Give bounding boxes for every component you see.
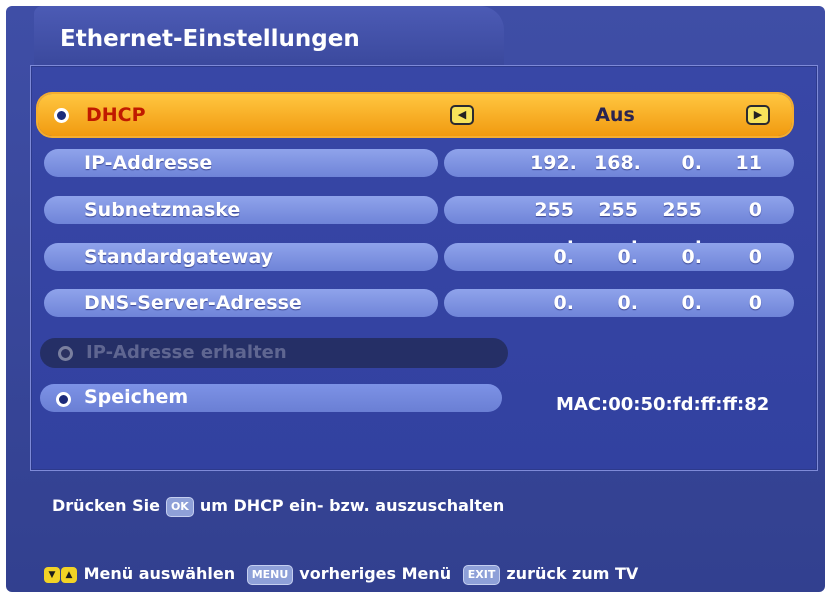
down-arrow-icon: ▼ xyxy=(44,566,60,583)
octet: 0. xyxy=(553,246,574,268)
radio-icon xyxy=(56,392,71,407)
menu-key-icon: MENU xyxy=(246,564,294,585)
back-to-tv-label: zurück zum TV xyxy=(506,564,639,583)
octet: 0 xyxy=(748,246,762,268)
dns-label-pill: DNS-Server-Adresse xyxy=(44,289,438,317)
up-arrow-icon: ▲ xyxy=(61,566,77,583)
subnet-mask-label-pill: Subnetzmaske xyxy=(44,196,438,224)
ok-key-icon: OK xyxy=(165,496,194,517)
octet: 0. xyxy=(553,292,574,314)
gateway-label-pill: Standardgateway xyxy=(44,243,438,271)
octet: 11 xyxy=(735,152,762,174)
octet: 0. xyxy=(617,246,638,268)
radio-icon xyxy=(54,108,69,123)
octet: 0. xyxy=(681,292,702,314)
ip-address-field[interactable]: 192. 168. 0. 11 xyxy=(444,149,794,177)
radio-icon xyxy=(58,346,73,361)
ip-address-label: IP-Addresse xyxy=(84,152,213,174)
dhcp-row[interactable] xyxy=(38,94,792,136)
hint-before: Drücken Sie xyxy=(52,496,160,515)
previous-menu-label: vorheriges Menü xyxy=(299,564,452,583)
octet: 0. xyxy=(617,292,638,314)
save-label: Speichem xyxy=(84,386,189,408)
page-title: Ethernet-Einstellungen xyxy=(60,26,360,52)
obtain-ip-label: IP-Adresse erhalten xyxy=(86,342,287,363)
footer-bar: ▼ ▲ Menü auswählen MENU vorheriges Menü EX… xyxy=(44,564,638,585)
gateway-label: Standardgateway xyxy=(84,246,274,268)
dhcp-label: DHCP xyxy=(86,104,146,126)
dhcp-value: Aus xyxy=(595,104,635,126)
dns-label: DNS-Server-Adresse xyxy=(84,292,302,314)
subnet-mask-label: Subnetzmaske xyxy=(84,199,241,221)
hint-after: um DHCP ein- bzw. auszuschalten xyxy=(199,496,505,515)
gateway-field[interactable]: 0. 0. 0. 0 xyxy=(444,243,794,271)
octet: 168. xyxy=(594,152,641,174)
left-arrow-icon[interactable]: ◀ xyxy=(450,105,474,125)
ip-address-label-pill: IP-Addresse xyxy=(44,149,438,177)
subnet-mask-field[interactable]: 255 . 255 . 255 . 0 xyxy=(444,196,794,249)
octet: 0 xyxy=(748,292,762,314)
octet: 0. xyxy=(681,246,702,268)
octet: 0. xyxy=(681,152,702,174)
select-menu-label: Menü auswählen xyxy=(83,564,236,583)
dns-field[interactable]: 0. 0. 0. 0 xyxy=(444,289,794,317)
hint-text: Drücken Sie OK um DHCP ein- bzw. auszuscha… xyxy=(52,496,504,517)
right-arrow-icon[interactable]: ▶ xyxy=(746,105,770,125)
exit-key-icon: EXIT xyxy=(462,564,501,585)
octet: 192. xyxy=(530,152,577,174)
mac-address: MAC:00:50:fd:ff:ff:82 xyxy=(556,394,770,415)
octet: 0 xyxy=(748,199,762,221)
